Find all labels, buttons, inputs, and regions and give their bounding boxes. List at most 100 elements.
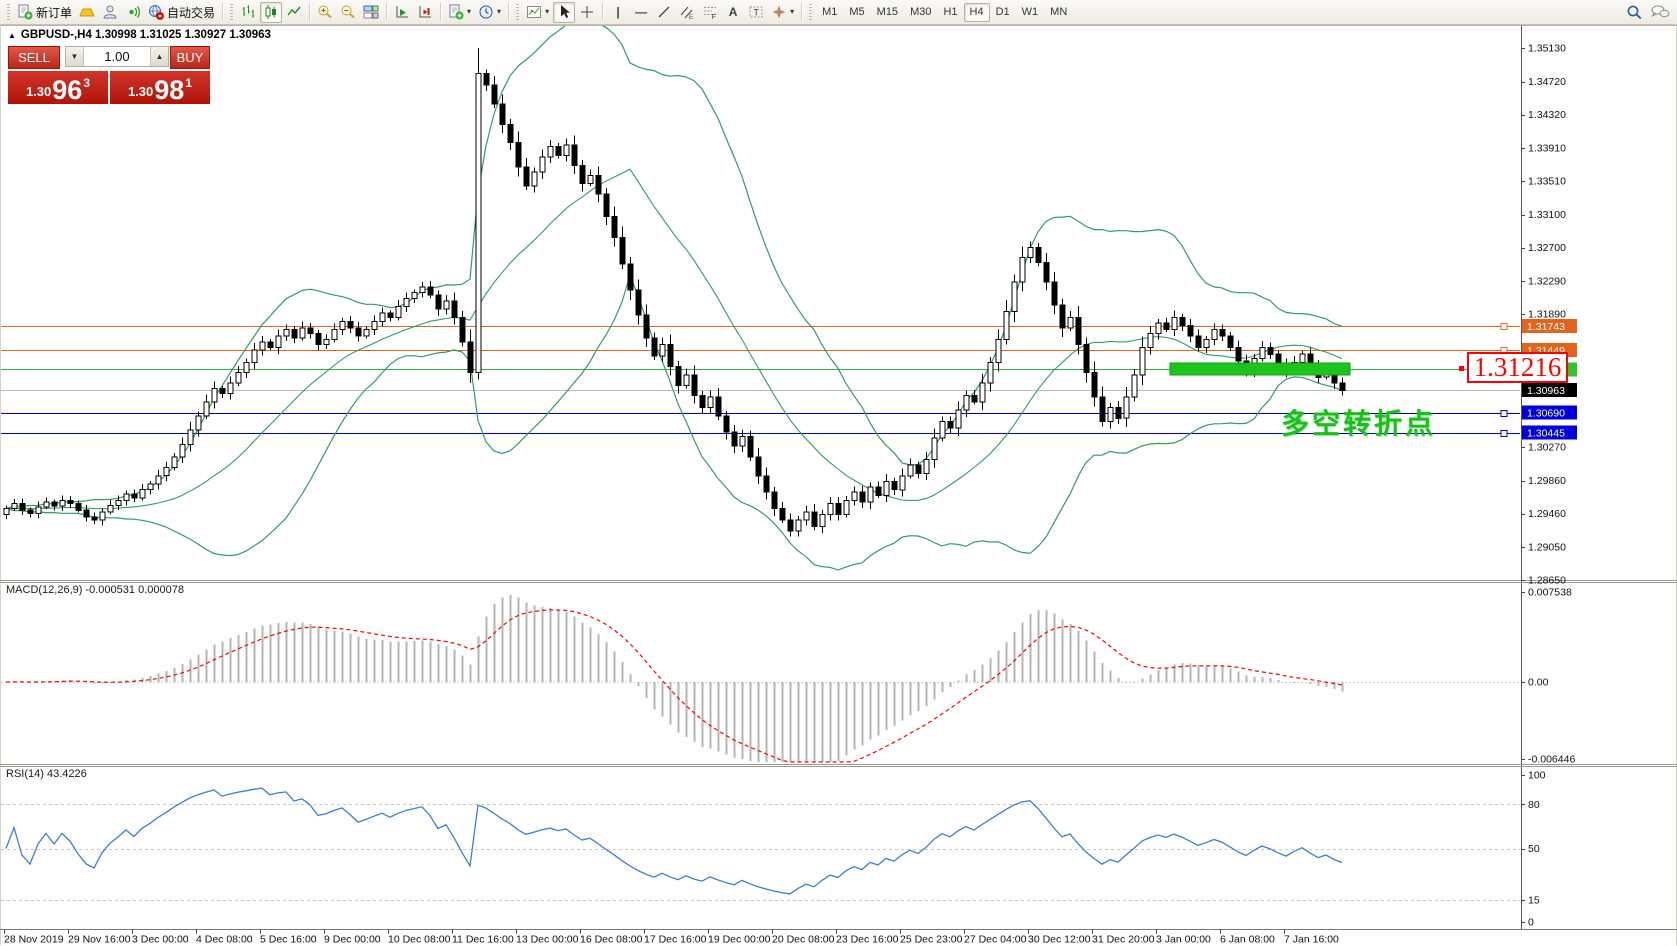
- toolbar-grip[interactable]: [7, 4, 10, 20]
- chevron-down-icon: ▾: [545, 8, 549, 16]
- svg-text:0.00: 0.00: [1528, 677, 1549, 689]
- sell-price[interactable]: 1.30 96 3: [8, 71, 108, 104]
- vertical-line-button[interactable]: |: [607, 2, 629, 23]
- timeframe-m15-button[interactable]: M15: [871, 3, 904, 22]
- indicators-button[interactable]: ▾: [523, 2, 552, 23]
- svg-text:13 Dec 00:00: 13 Dec 00:00: [516, 934, 579, 946]
- volume-increase-button[interactable]: ▲: [150, 47, 168, 66]
- shapes-button[interactable]: ▾: [768, 2, 797, 23]
- autotrading-label: 自动交易: [167, 4, 215, 21]
- channel-icon: E: [679, 4, 695, 20]
- svg-text:16 Dec 08:00: 16 Dec 08:00: [580, 934, 643, 946]
- search-button[interactable]: [1623, 2, 1646, 23]
- chevron-down-icon: ▾: [790, 8, 794, 16]
- new-chart-button[interactable]: ▾: [445, 2, 474, 23]
- svg-text:50: 50: [1528, 843, 1540, 855]
- buy-button[interactable]: BUY: [170, 46, 210, 69]
- sell-button[interactable]: SELL: [8, 46, 60, 69]
- svg-text:5 Dec 16:00: 5 Dec 16:00: [260, 934, 317, 946]
- text-button[interactable]: A: [722, 2, 744, 23]
- toolbar-grip[interactable]: [809, 4, 812, 20]
- callout-anchor[interactable]: [1459, 366, 1464, 371]
- timeframe-m5-button[interactable]: M5: [843, 3, 870, 22]
- highlight-rectangle[interactable]: [1170, 363, 1350, 375]
- timeframe-h4-button[interactable]: H4: [964, 3, 990, 22]
- svg-text:100: 100: [1528, 770, 1546, 782]
- chart-shift-icon: [417, 4, 433, 20]
- profile-button[interactable]: [99, 2, 121, 23]
- autoscroll-icon: [394, 4, 410, 20]
- timeframe-w1-button[interactable]: W1: [1016, 3, 1045, 22]
- timeframe-h1-button[interactable]: H1: [937, 3, 963, 22]
- price-annotation-box[interactable]: 1.31216: [1467, 352, 1568, 383]
- buy-price-big: 98: [154, 77, 184, 103]
- trendline-icon: [656, 4, 672, 20]
- period-menu-button[interactable]: ▾: [475, 2, 504, 23]
- svg-text:10 Dec 08:00: 10 Dec 08:00: [388, 934, 451, 946]
- zoom-in-button[interactable]: [314, 2, 336, 23]
- broadcast-button[interactable]: [122, 2, 144, 23]
- chart-shift-button[interactable]: [414, 2, 436, 23]
- collapse-icon[interactable]: ▲: [8, 31, 16, 40]
- rsi-indicator-label: RSI(14) 43.4226: [6, 768, 87, 780]
- svg-text:1.31743: 1.31743: [1527, 321, 1565, 333]
- line-chart-button[interactable]: [283, 2, 305, 23]
- hline-icon: —: [635, 5, 647, 19]
- svg-text:E: E: [689, 15, 693, 20]
- timeframe-m1-button[interactable]: M1: [816, 3, 843, 22]
- cursor-icon: [556, 4, 572, 20]
- trendline-button[interactable]: [653, 2, 675, 23]
- broadcast-icon: [125, 4, 141, 20]
- text-icon: A: [729, 5, 738, 19]
- svg-text:11 Dec 16:00: 11 Dec 16:00: [452, 934, 514, 946]
- turning-point-annotation[interactable]: 多空转折点: [1281, 402, 1436, 442]
- timeframe-m30-button[interactable]: M30: [904, 3, 937, 22]
- volume-input[interactable]: 1.00: [84, 47, 150, 66]
- gold-button[interactable]: [76, 2, 98, 23]
- toolbar-separator: [222, 3, 223, 21]
- label-button[interactable]: T: [745, 2, 767, 23]
- gold-icon: [79, 4, 95, 20]
- timeframe-mn-button[interactable]: MN: [1044, 3, 1073, 22]
- chevron-down-icon: ▾: [467, 8, 471, 16]
- timeframe-d1-button[interactable]: D1: [990, 3, 1016, 22]
- toolbar-separator: [602, 3, 603, 21]
- profile-icon: [102, 4, 118, 20]
- fibonacci-button[interactable]: F: [699, 2, 721, 23]
- candlestick-chart-button[interactable]: [260, 2, 282, 23]
- svg-text:1.29050: 1.29050: [1528, 542, 1566, 554]
- svg-text:0: 0: [1528, 917, 1534, 929]
- bar-chart-button[interactable]: [237, 2, 259, 23]
- zoom-out-button[interactable]: [337, 2, 359, 23]
- cursor-button[interactable]: [553, 2, 575, 23]
- new-order-label: 新订单: [36, 4, 72, 21]
- chat-button[interactable]: [1647, 2, 1673, 23]
- svg-text:1.32290: 1.32290: [1528, 276, 1566, 288]
- horizontal-line-button[interactable]: —: [630, 2, 652, 23]
- autotrading-button[interactable]: 自动交易: [145, 2, 218, 23]
- svg-text:80: 80: [1528, 799, 1540, 811]
- macd-indicator-label: MACD(12,26,9) -0.000531 0.000078: [6, 584, 184, 596]
- one-click-trading-panel: SELL ▼ 1.00 ▲ BUY 1.30 96 3 1.30 98 1: [8, 46, 210, 104]
- svg-text:-0.006446: -0.006446: [1528, 754, 1575, 766]
- volume-decrease-button[interactable]: ▼: [66, 47, 84, 66]
- new-order-button[interactable]: 新订单: [14, 2, 75, 23]
- chart-plot-area[interactable]: 1.351301.347201.343201.339101.335101.331…: [0, 0, 1677, 946]
- toolbar-grip[interactable]: [230, 4, 233, 20]
- toolbar-grip[interactable]: [516, 4, 519, 20]
- tile-windows-button[interactable]: [360, 2, 382, 23]
- buy-price[interactable]: 1.30 98 1: [110, 71, 210, 104]
- toolbar-separator: [309, 3, 310, 21]
- chart-background: [0, 25, 1677, 946]
- autoscroll-button[interactable]: [391, 2, 413, 23]
- svg-text:1.33510: 1.33510: [1528, 176, 1566, 188]
- crosshair-button[interactable]: [576, 2, 598, 23]
- svg-text:28 Nov 2019: 28 Nov 2019: [4, 934, 64, 946]
- svg-text:1.30963: 1.30963: [1527, 385, 1565, 397]
- main-toolbar: 新订单 自动交易 ▾: [0, 0, 1677, 25]
- buy-price-sup: 1: [185, 76, 192, 90]
- search-icon: [1626, 4, 1643, 21]
- channel-button[interactable]: E: [676, 2, 698, 23]
- svg-text:29 Nov 16:00: 29 Nov 16:00: [68, 934, 131, 946]
- svg-text:3 Dec 00:00: 3 Dec 00:00: [132, 934, 189, 946]
